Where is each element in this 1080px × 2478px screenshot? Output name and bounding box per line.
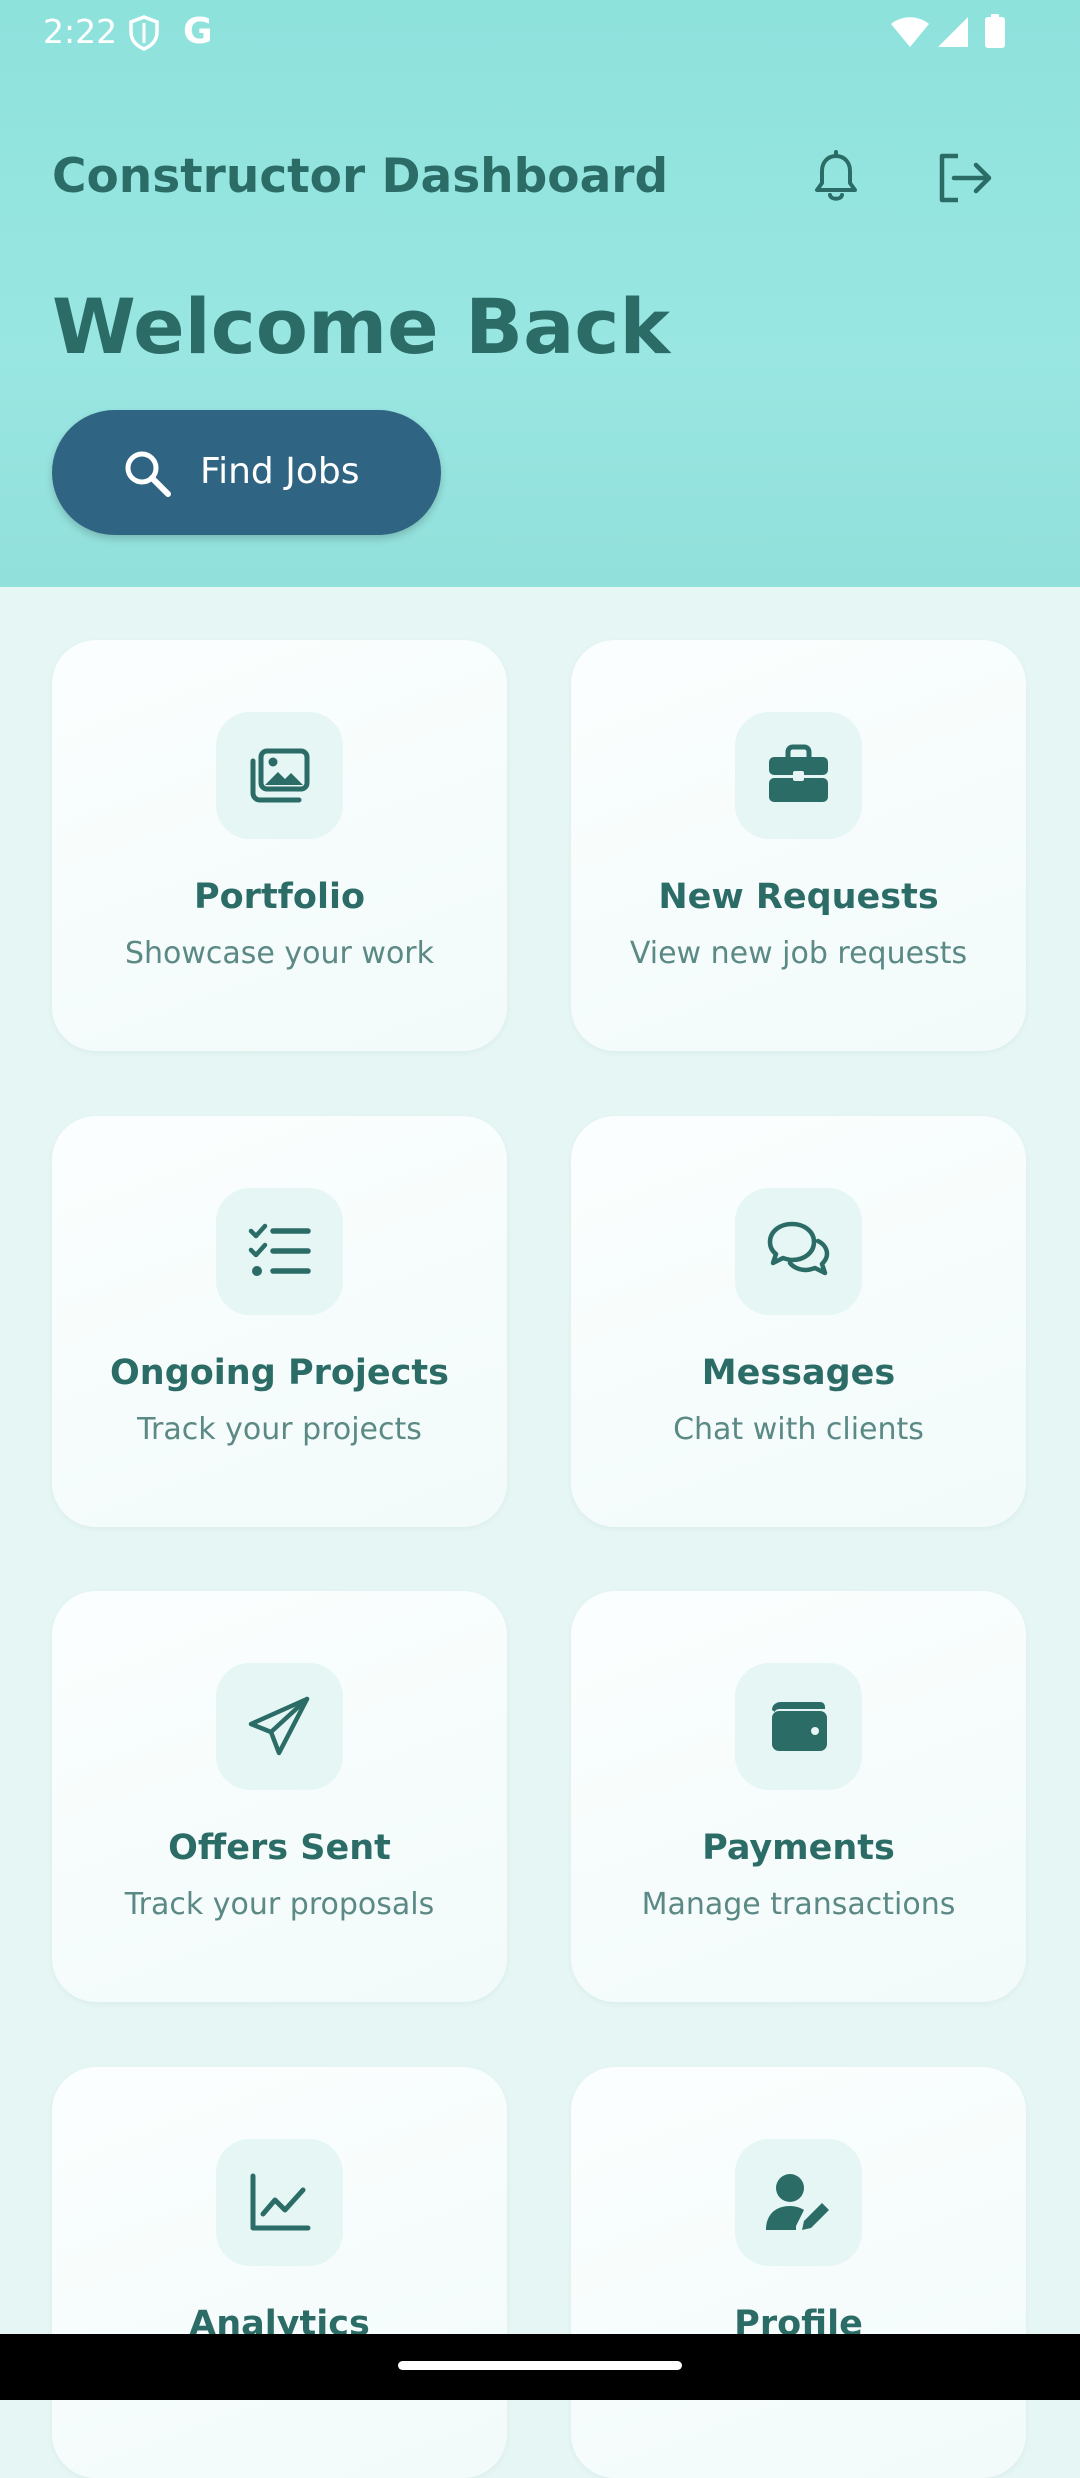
battery-icon <box>985 14 1005 48</box>
navigation-bar <box>0 2334 1080 2400</box>
card-subtitle: Track your proposals <box>124 1887 435 1922</box>
card-subtitle: Manage transactions <box>641 1887 956 1922</box>
card-subtitle: Chat with clients <box>673 1412 924 1447</box>
card-subtitle: Showcase your work <box>124 936 435 971</box>
checklist-icon <box>248 1223 311 1276</box>
icon-container <box>735 1188 862 1315</box>
portfolio-icon <box>250 748 310 803</box>
briefcase-icon <box>769 744 828 802</box>
icon-container <box>216 1188 343 1315</box>
wifi-icon <box>891 17 929 47</box>
search-icon <box>125 451 171 497</box>
card-title: New Requests <box>658 877 939 917</box>
page-title: Constructor Dashboard <box>52 149 669 204</box>
icon-container <box>216 712 343 839</box>
chat-icon <box>767 1221 830 1276</box>
g-icon: G <box>183 11 213 52</box>
card-title: Messages <box>701 1353 896 1393</box>
card-portfolio[interactable]: Portfolio Showcase your work <box>52 640 507 1051</box>
card-messages[interactable]: Messages Chat with clients <box>571 1116 1026 1527</box>
card-analytics[interactable]: Analytics <box>52 2067 507 2478</box>
icon-container <box>735 712 862 839</box>
card-title: Portfolio <box>193 877 365 917</box>
card-subtitle: View new job requests <box>629 936 968 971</box>
find-jobs-button[interactable]: Find Jobs <box>52 410 441 535</box>
find-jobs-label: Find Jobs <box>200 451 360 492</box>
status-bar: 2:22 G <box>0 0 1080 64</box>
card-title: Ongoing Projects <box>110 1353 449 1393</box>
status-time: 2:22 <box>43 12 118 51</box>
card-offers-sent[interactable]: Offers Sent Track your proposals <box>52 1591 507 2002</box>
user-edit-icon <box>766 2174 829 2230</box>
card-payments[interactable]: Payments Manage transactions <box>571 1591 1026 2002</box>
icon-container <box>735 2139 862 2266</box>
card-title: Payments <box>702 1828 895 1868</box>
card-new-requests[interactable]: New Requests View new job requests <box>571 640 1026 1051</box>
card-title: Offers Sent <box>168 1828 391 1868</box>
chart-line-icon <box>250 2173 311 2231</box>
card-ongoing-projects[interactable]: Ongoing Projects Track your projects <box>52 1116 507 1527</box>
wallet-icon <box>772 1702 827 1751</box>
signal-icon <box>938 17 968 47</box>
welcome-heading: Welcome Back <box>52 282 670 371</box>
paper-plane-icon <box>248 1696 310 1756</box>
logout-icon[interactable] <box>934 150 994 206</box>
bell-icon[interactable] <box>808 150 864 206</box>
card-profile[interactable]: Profile <box>571 2067 1026 2478</box>
icon-container <box>735 1663 862 1790</box>
shield-icon <box>129 15 159 51</box>
home-indicator[interactable] <box>398 2361 682 2370</box>
icon-container <box>216 2139 343 2266</box>
header: 2:22 G Constructor Dashboard Welcome Bac… <box>0 0 1080 587</box>
icon-container <box>216 1663 343 1790</box>
card-subtitle: Track your projects <box>137 1412 422 1447</box>
